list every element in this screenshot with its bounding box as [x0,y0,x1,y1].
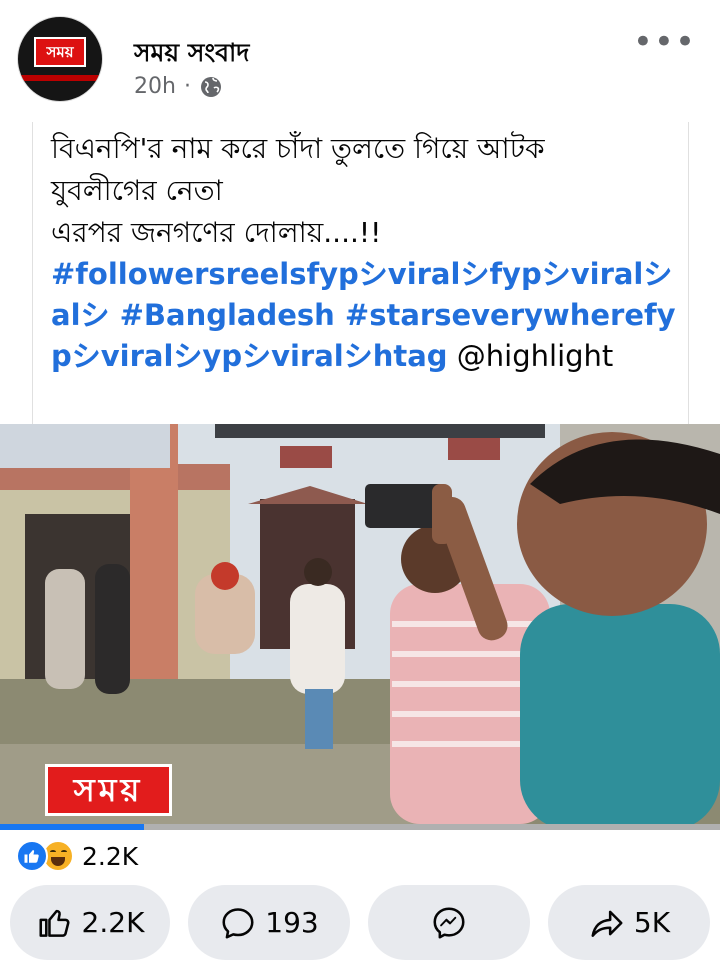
mention-link[interactable]: @highlight [448,339,614,373]
post-time[interactable]: 20h [134,74,176,99]
post-actions: 2.2K 193 5K [0,885,720,960]
page-name[interactable]: সময় সংবাদ [134,33,249,76]
video-player[interactable]: সময় [0,424,720,830]
like-icon [39,909,70,937]
caption-line-3: এরপর জনগণের দোলায়....!! [51,216,382,249]
video-progress-bar[interactable] [0,824,720,830]
avatar-logo: সময় [34,37,86,67]
post-caption: বিএনপি'র নাম করে চাঁদা তুলতে গিয়ে আটক য… [32,122,689,424]
haha-eye-left [50,850,56,854]
comment-count: 193 [265,906,319,939]
avatar-logo-text: সময় [46,43,74,61]
share-count: 5K [633,906,671,939]
post-header: সময় সময় সংবাদ 20h · ••• [0,0,720,115]
more-options-icon[interactable]: ••• [633,25,696,59]
avatar-stripe [18,75,102,81]
globe-icon[interactable] [199,75,223,99]
page-avatar[interactable]: সময় [17,16,103,102]
caption-line-2: যুবলীগের নেতা [51,174,223,207]
haha-eye-right [61,850,67,854]
reaction-count: 2.2K [82,841,139,871]
like-count: 2.2K [81,906,145,939]
meta-separator: · [183,74,191,99]
thumbs-up-icon [24,850,39,863]
channel-watermark: সময় [45,764,172,816]
video-progress-fill [0,824,144,830]
like-button[interactable]: 2.2K [10,885,170,960]
comment-icon [222,907,254,939]
reaction-summary[interactable]: 2.2K [16,838,138,874]
messenger-button[interactable] [368,885,530,960]
like-reaction-icon [16,840,48,872]
hashtags[interactable]: #followersreelsfypシviralシfypシviralシalシ #… [51,254,688,377]
haha-mouth [51,857,65,866]
caption-line-1: বিএনপি'র নাম করে চাঁদা তুলতে গিয়ে আটক [51,132,545,165]
post-meta: 20h · [134,74,223,99]
share-button[interactable]: 5K [548,885,710,960]
messenger-icon [433,906,465,939]
comment-button[interactable]: 193 [188,885,350,960]
share-icon [591,910,623,937]
